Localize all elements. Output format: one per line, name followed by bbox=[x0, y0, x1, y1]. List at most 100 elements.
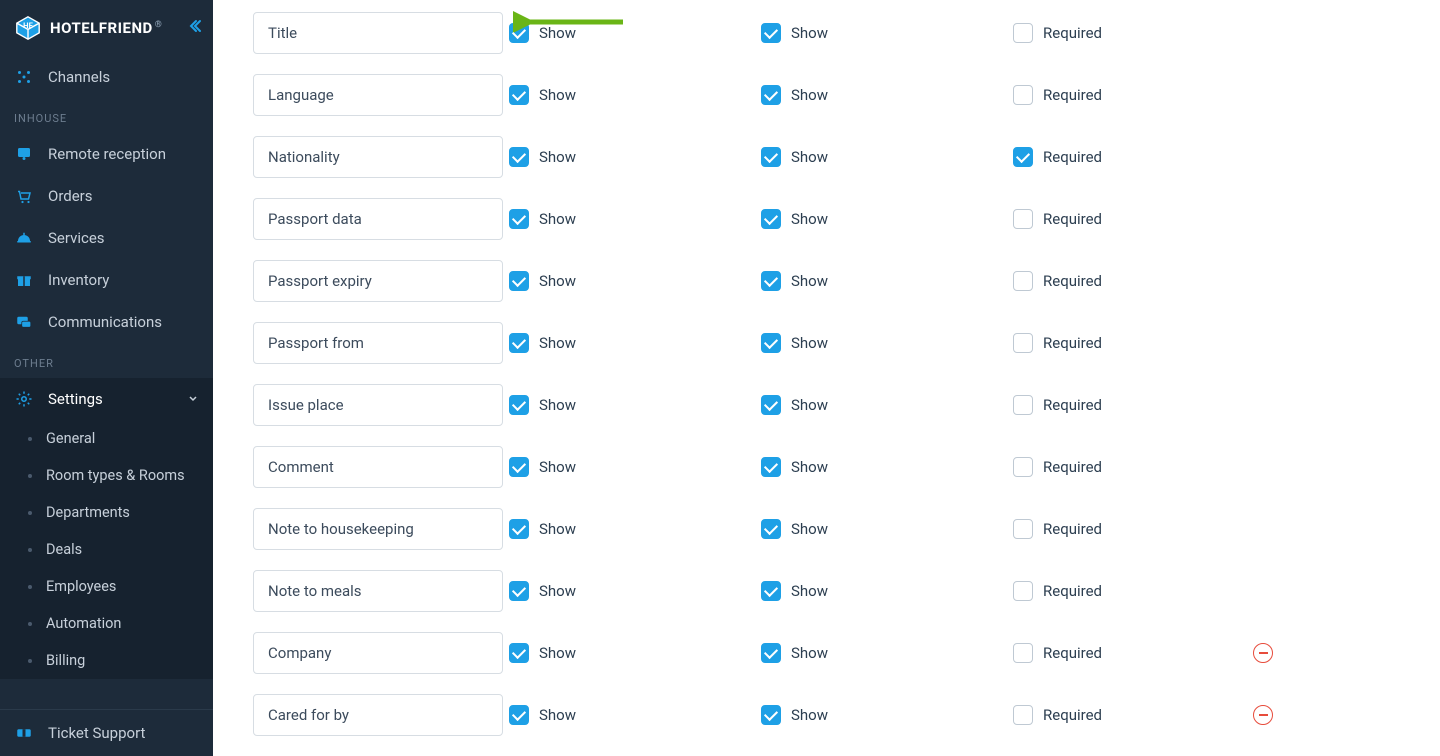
show-1-checkbox[interactable] bbox=[509, 147, 529, 167]
show-2-checkbox[interactable] bbox=[761, 643, 781, 663]
show-1-label: Show bbox=[539, 582, 576, 600]
field-row: Cared for byShowShowRequired bbox=[213, 684, 1440, 746]
cube-icon: HF bbox=[14, 14, 42, 42]
show-2-checkbox[interactable] bbox=[761, 395, 781, 415]
nav-ticket-support[interactable]: Ticket Support bbox=[0, 710, 213, 756]
required-checkbox[interactable] bbox=[1013, 643, 1033, 663]
required-checkbox[interactable] bbox=[1013, 395, 1033, 415]
show-1-checkbox[interactable] bbox=[509, 209, 529, 229]
subnav-label: Automation bbox=[46, 615, 121, 632]
subnav-item-room-types-rooms[interactable]: Room types & Rooms bbox=[0, 457, 213, 494]
required-checkbox[interactable] bbox=[1013, 147, 1033, 167]
field-name-input[interactable]: Note to meals bbox=[253, 570, 503, 612]
remove-field-button[interactable] bbox=[1253, 643, 1273, 663]
show-2-checkbox[interactable] bbox=[761, 23, 781, 43]
show-1-checkbox[interactable] bbox=[509, 643, 529, 663]
nav-item-communications[interactable]: Communications bbox=[0, 301, 213, 343]
required-checkbox[interactable] bbox=[1013, 271, 1033, 291]
show-2-checkbox[interactable] bbox=[761, 457, 781, 477]
field-row: Passport expiryShowShowRequired bbox=[213, 250, 1440, 312]
required-label: Required bbox=[1043, 148, 1102, 166]
show-1-checkbox[interactable] bbox=[509, 23, 529, 43]
nav-label: Communications bbox=[48, 313, 199, 331]
show-1-checkbox[interactable] bbox=[509, 705, 529, 725]
reception-icon bbox=[14, 144, 34, 164]
bullet-icon bbox=[28, 437, 32, 441]
subnav: GeneralRoom types & RoomsDepartments Deal… bbox=[0, 420, 213, 679]
show-1-label: Show bbox=[539, 148, 576, 166]
nav-item-services[interactable]: Services bbox=[0, 217, 213, 259]
required-label: Required bbox=[1043, 86, 1102, 104]
show-1-checkbox[interactable] bbox=[509, 395, 529, 415]
show-2-checkbox[interactable] bbox=[761, 147, 781, 167]
show-2-checkbox[interactable] bbox=[761, 519, 781, 539]
required-checkbox[interactable] bbox=[1013, 23, 1033, 43]
show-1-checkbox[interactable] bbox=[509, 519, 529, 539]
field-name-input[interactable]: Passport expiry bbox=[253, 260, 503, 302]
required-checkbox[interactable] bbox=[1013, 209, 1033, 229]
required-checkbox[interactable] bbox=[1013, 333, 1033, 353]
show-2-checkbox[interactable] bbox=[761, 271, 781, 291]
required-label: Required bbox=[1043, 706, 1102, 724]
show-2-checkbox[interactable] bbox=[761, 209, 781, 229]
field-name-input[interactable]: Language bbox=[253, 74, 503, 116]
subnav-label: Deals bbox=[46, 541, 82, 558]
nav-item-remote-reception[interactable]: Remote reception bbox=[0, 133, 213, 175]
field-name-input[interactable]: Note to housekeeping bbox=[253, 508, 503, 550]
nav-item-settings[interactable]: Settings bbox=[0, 378, 213, 420]
bullet-icon bbox=[28, 659, 32, 663]
required-checkbox[interactable] bbox=[1013, 85, 1033, 105]
field-name-input[interactable]: Passport data bbox=[253, 198, 503, 240]
field-name-input[interactable]: Issue place bbox=[253, 384, 503, 426]
subnav-item-general[interactable]: General bbox=[0, 420, 213, 457]
show-1-label: Show bbox=[539, 458, 576, 476]
sidebar-collapse-button[interactable] bbox=[187, 18, 203, 38]
nav-item-inventory[interactable]: Inventory bbox=[0, 259, 213, 301]
subnav-item-automation[interactable]: Automation bbox=[0, 605, 213, 642]
show-1-checkbox[interactable] bbox=[509, 457, 529, 477]
field-name-input[interactable]: Cared for by bbox=[253, 694, 503, 736]
required-checkbox[interactable] bbox=[1013, 705, 1033, 725]
show-1-checkbox[interactable] bbox=[509, 581, 529, 601]
field-name-input[interactable]: Comment bbox=[253, 446, 503, 488]
show-1-checkbox[interactable] bbox=[509, 333, 529, 353]
field-name-input[interactable]: Nationality bbox=[253, 136, 503, 178]
subnav-item-deals[interactable]: Deals bbox=[0, 531, 213, 568]
field-row: Passport dataShowShowRequired bbox=[213, 188, 1440, 250]
show-2-checkbox[interactable] bbox=[761, 705, 781, 725]
show-2-checkbox[interactable] bbox=[761, 581, 781, 601]
required-checkbox[interactable] bbox=[1013, 457, 1033, 477]
bullet-icon bbox=[28, 548, 32, 552]
show-2-label: Show bbox=[791, 706, 828, 724]
required-checkbox[interactable] bbox=[1013, 519, 1033, 539]
field-row: LanguageShowShowRequired bbox=[213, 64, 1440, 126]
nav-item-orders[interactable]: Orders bbox=[0, 175, 213, 217]
remove-field-button[interactable] bbox=[1253, 705, 1273, 725]
show-1-label: Show bbox=[539, 24, 576, 42]
field-name-input[interactable]: Passport from bbox=[253, 322, 503, 364]
svg-text:HF: HF bbox=[23, 21, 33, 30]
show-1-checkbox[interactable] bbox=[509, 271, 529, 291]
brand-logo[interactable]: HF HOTELFRIEND® bbox=[14, 14, 162, 42]
subnav-item-departments[interactable]: Departments bbox=[0, 494, 213, 531]
show-1-label: Show bbox=[539, 210, 576, 228]
show-2-label: Show bbox=[791, 86, 828, 104]
subnav-label: Billing bbox=[46, 652, 85, 669]
subnav-item-employees[interactable]: Employees bbox=[0, 568, 213, 605]
show-2-checkbox[interactable] bbox=[761, 85, 781, 105]
show-2-label: Show bbox=[791, 148, 828, 166]
required-checkbox[interactable] bbox=[1013, 581, 1033, 601]
main-content: Title Show Show Required Language Show Show Req… bbox=[213, 0, 1440, 756]
subnav-item-billing[interactable]: Billing bbox=[0, 642, 213, 679]
chat-icon bbox=[14, 312, 34, 332]
field-name-input[interactable]: Company bbox=[253, 632, 503, 674]
show-2-checkbox[interactable] bbox=[761, 333, 781, 353]
field-name-input[interactable]: Title bbox=[253, 12, 503, 54]
show-1-checkbox[interactable] bbox=[509, 85, 529, 105]
show-2-label: Show bbox=[791, 458, 828, 476]
nav-channels[interactable]: Channels bbox=[0, 56, 213, 98]
subnav-label: Employees bbox=[46, 578, 116, 595]
sidebar-footer: Ticket Support bbox=[0, 709, 213, 756]
show-2-label: Show bbox=[791, 334, 828, 352]
sidebar: HF HOTELFRIEND® Channels INHOUSERemote r… bbox=[0, 0, 213, 756]
